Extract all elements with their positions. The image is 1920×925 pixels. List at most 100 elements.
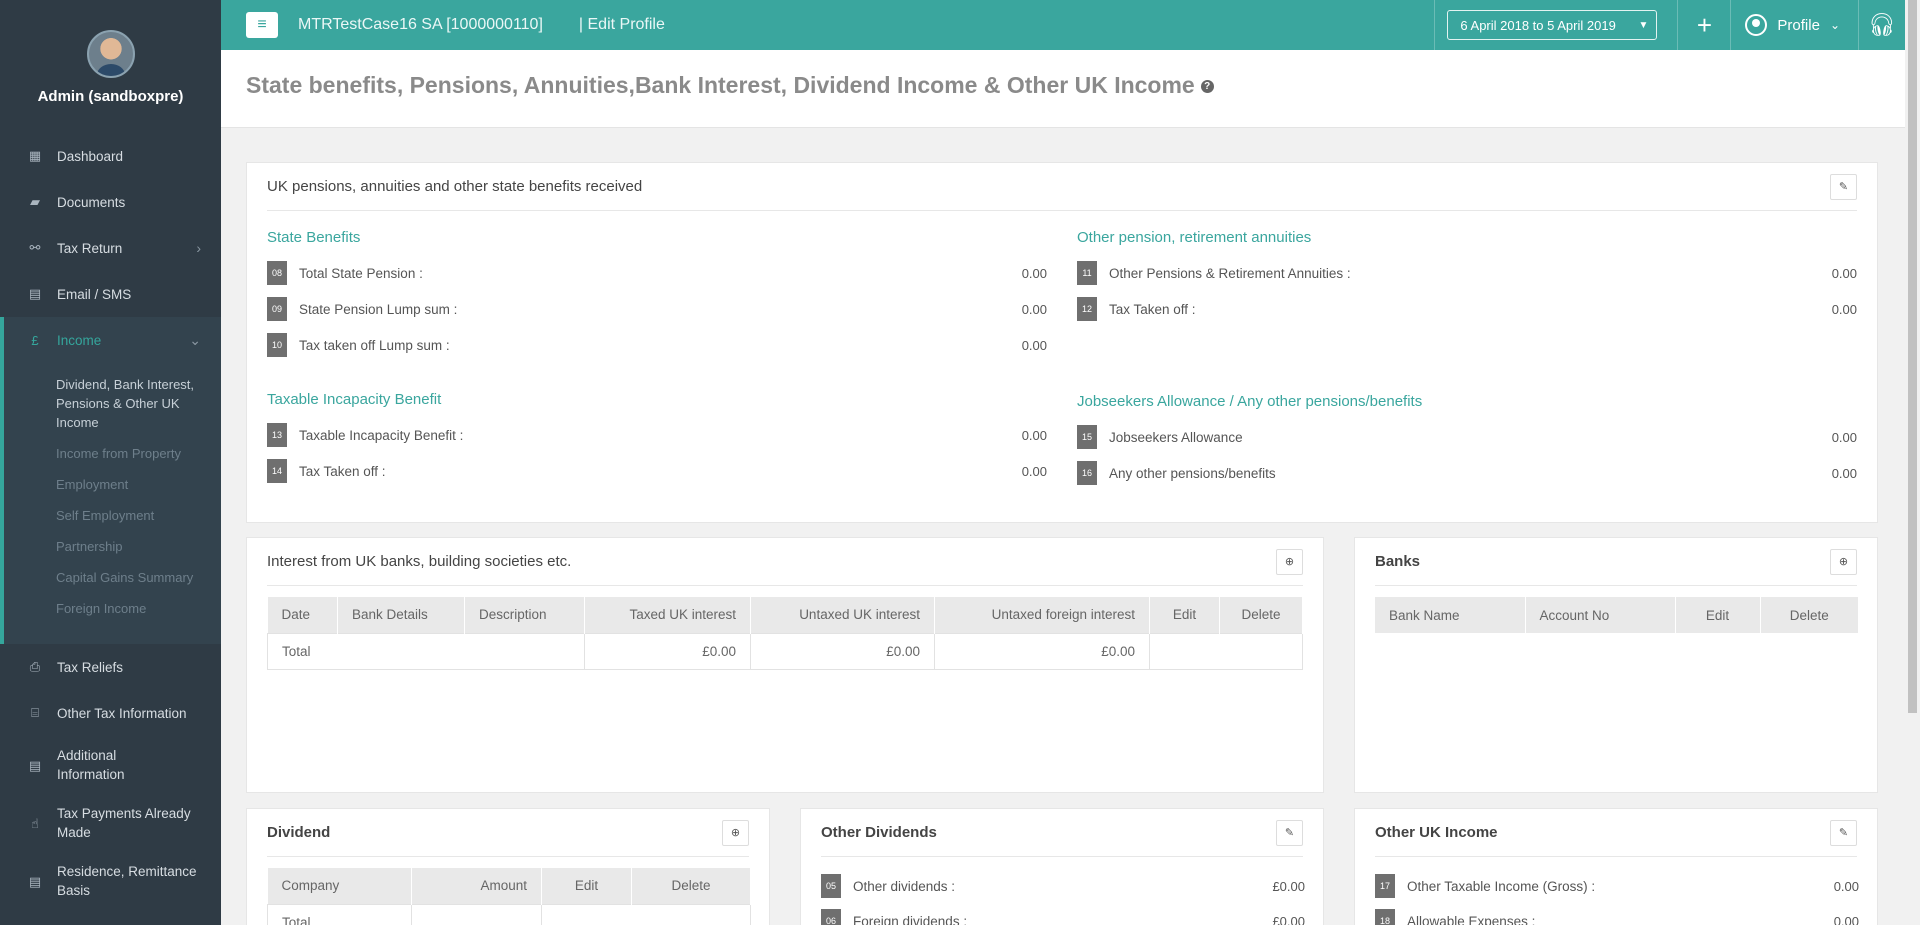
table-total-row: Total [267,903,751,925]
box-number: 10 [267,333,287,357]
column-header[interactable]: Untaxed foreign interest [934,597,1150,633]
support-headset-icon[interactable]: 🎧︎ [1859,12,1905,38]
field-value: 0.00 [1831,429,1857,445]
column-header: Edit [1675,597,1761,633]
submenu-item-self-employment[interactable]: Self Employment [56,500,221,531]
submenu-item-dividend[interactable]: Dividend, Bank Interest, Pensions & Othe… [56,369,221,438]
column-header[interactable]: Account No [1525,597,1676,633]
box-number: 09 [267,297,287,321]
page-header: State benefits, Pensions, Annuities,Bank… [221,50,1905,128]
field-label: Jobseekers Allowance [1109,429,1243,445]
sidebar-item-label: Tax Payments Already Made [57,806,191,840]
menu-toggle-button[interactable]: ≡ [246,12,278,38]
submenu-item-foreign-income[interactable]: Foreign Income [56,593,221,624]
chevron-right-icon: › [196,240,201,256]
caret-down-icon: ▼ [1638,19,1649,31]
sidebar-item-label: Documents [57,194,126,210]
field-value: 0.00 [1831,265,1857,281]
table-header-row: Bank Name Account No Edit Delete [1375,597,1859,633]
column-header[interactable]: Taxed UK interest [584,597,751,633]
add-icon: ⊕ [1838,556,1849,568]
add-button[interactable]: + [1678,10,1730,41]
empty-cell [411,903,542,925]
profile-menu-button[interactable]: Profile ⌄ [1731,14,1858,36]
submenu-item-property[interactable]: Income from Property [56,438,221,469]
edit-panel-button[interactable]: ✎ [1830,819,1857,846]
submenu-item-employment[interactable]: Employment [56,469,221,500]
sidebar: Admin (sandboxpre) ▦ Dashboard ▰ Documen… [0,0,221,925]
column-header: Edit [1149,597,1220,633]
banks-panel: Banks ⊕ Bank Name Account No Edit Delete [1354,537,1878,793]
field-row: 16 Any other pensions/benefits 0.00 [1077,461,1857,485]
total-untaxed-foreign: £0.00 [934,632,1150,670]
page-scrollbar[interactable] [1905,0,1920,925]
sidebar-item-residence[interactable]: ▤ Residence, Remittance Basis [0,852,221,910]
field-label: Other Taxable Income (Gross) : [1407,878,1596,894]
column-header[interactable]: Company [267,868,412,904]
scrollbar-thumb[interactable] [1908,0,1917,713]
sidebar-item-label: Residence, Remittance Basis [57,864,197,898]
sidebar-profile: Admin (sandboxpre) [0,0,221,133]
section-title-state-benefits: State Benefits [267,229,361,246]
field-row: 18 Allowable Expenses : 0.00 [1375,909,1859,925]
edit-profile-link[interactable]: | Edit Profile [579,16,665,34]
sidebar-item-additional-info[interactable]: ▤ Additional Information [0,736,221,794]
box-number: 08 [267,261,287,285]
top-bar: ≡ MTRTestCase16 SA [1000000110] | Edit P… [221,0,1905,50]
sidebar-item-tax-reliefs[interactable]: ⎙ Tax Reliefs [0,644,221,690]
sidebar-item-documents[interactable]: ▰ Documents [0,179,221,225]
divider [1434,0,1436,50]
column-header[interactable]: Amount [411,868,542,904]
edit-panel-button[interactable]: ✎ [1276,819,1303,846]
empty-cell [1149,632,1303,670]
column-header[interactable]: Bank Details [337,597,465,633]
field-row: 14 Tax Taken off : 0.00 [267,459,1047,483]
sidebar-item-dashboard[interactable]: ▦ Dashboard [0,133,221,179]
column-header: Delete [631,868,751,904]
field-label: Other Pensions & Retirement Annuities : [1109,265,1351,281]
empty-cell [541,903,751,925]
sidebar-item-tax-payments[interactable]: ☝ Tax Payments Already Made [0,794,221,852]
edit-icon: ✎ [1284,827,1295,839]
field-label: Tax Taken off : [299,463,386,479]
field-value: 0.00 [1021,301,1047,317]
add-interest-button[interactable]: ⊕ [1276,548,1303,575]
sidebar-item-label: Email / SMS [57,286,132,302]
section-title-jobseekers: Jobseekers Allowance / Any other pension… [1077,393,1423,410]
box-number: 13 [267,423,287,447]
field-value: 0.00 [1021,463,1047,479]
sidebar-item-income[interactable]: £ Income ⌄ [0,317,221,363]
other-dividends-panel: Other Dividends ✎ 05 Other dividends : £… [800,808,1324,925]
box-number: 11 [1077,261,1097,285]
panel-title: Other Dividends [821,824,937,841]
column-header[interactable]: Date [267,597,338,633]
field-label: State Pension Lump sum : [299,301,458,317]
total-untaxed-uk: £0.00 [750,632,935,670]
help-icon[interactable]: ? [1200,80,1214,94]
field-value: 0.00 [1021,337,1047,353]
list-icon: ▤ [28,873,42,889]
column-header[interactable]: Untaxed UK interest [750,597,935,633]
sidebar-item-tax-return[interactable]: ⚯ Tax Return › [0,225,221,271]
add-dividend-button[interactable]: ⊕ [722,819,749,846]
field-row: 17 Other Taxable Income (Gross) : 0.00 [1375,874,1859,898]
panel-title: Other UK Income [1375,824,1498,841]
edit-panel-button[interactable]: ✎ [1830,173,1857,200]
tax-period-select[interactable]: 6 April 2018 to 5 April 2019 ▼ [1447,10,1658,40]
field-row: 11 Other Pensions & Retirement Annuities… [1077,261,1857,285]
box-number: 12 [1077,297,1097,321]
sidebar-item-email-sms[interactable]: ▤ Email / SMS [0,271,221,317]
total-label: Total [267,903,412,925]
column-header[interactable]: Description [464,597,585,633]
add-icon: ⊕ [1284,556,1295,568]
column-header[interactable]: Bank Name [1375,597,1526,633]
list-icon: ▤ [28,757,42,773]
submenu-item-capital-gains[interactable]: Capital Gains Summary [56,562,221,593]
sidebar-item-other-tax-info[interactable]: ⌸ Other Tax Information [0,690,221,736]
column-header: Delete [1219,597,1303,633]
panel-header: UK pensions, annuities and other state b… [267,163,1857,211]
add-bank-button[interactable]: ⊕ [1830,548,1857,575]
field-row: 08 Total State Pension : 0.00 [267,261,1047,285]
avatar[interactable] [86,30,135,78]
submenu-item-partnership[interactable]: Partnership [56,531,221,562]
